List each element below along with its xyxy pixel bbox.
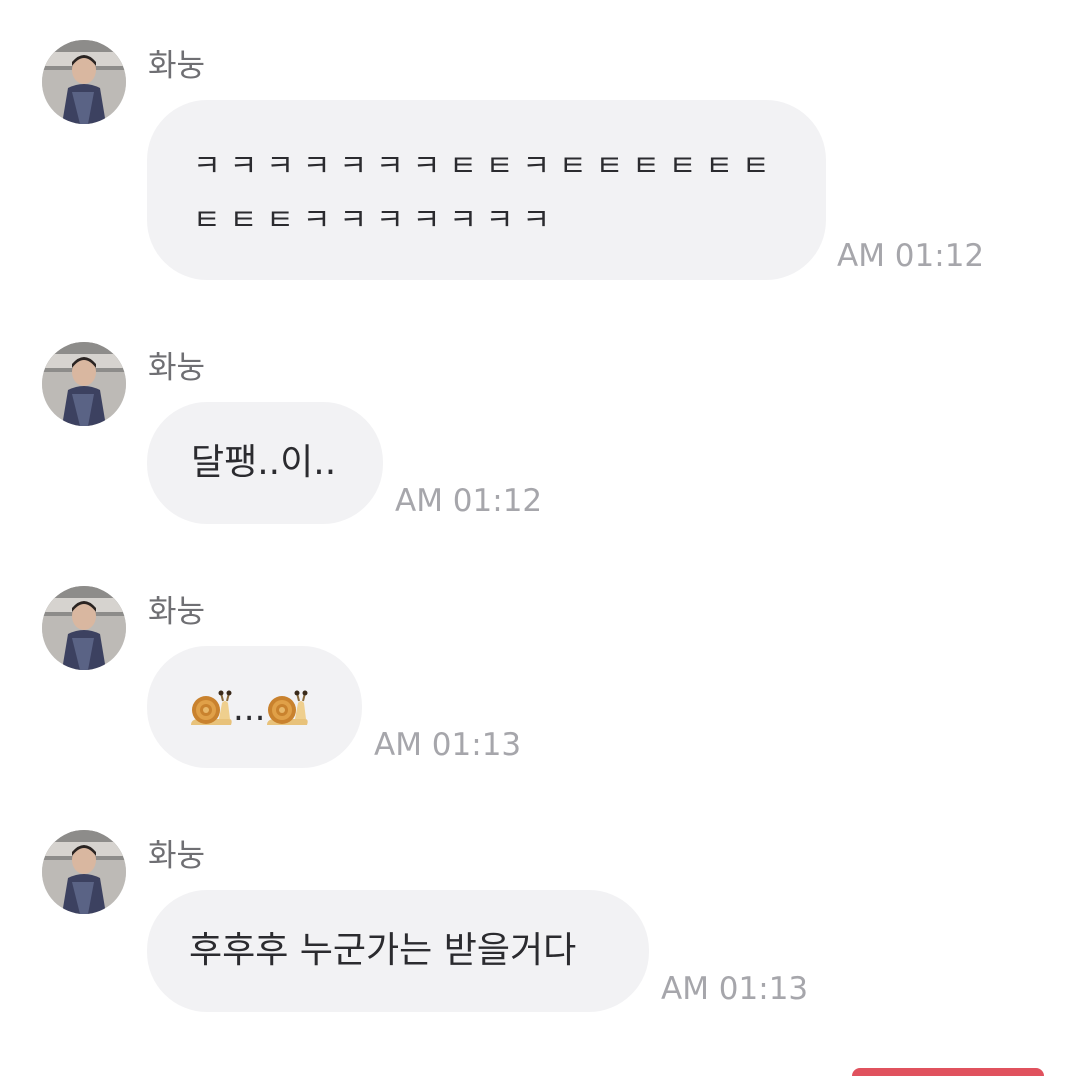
- avatar-photo: [42, 342, 126, 426]
- sender-name: 화눙: [148, 594, 206, 630]
- message-bubble[interactable]: 달팽..이..: [147, 402, 383, 524]
- avatar-photo: [42, 40, 126, 124]
- message-time: AM 01:12: [395, 483, 543, 519]
- snail-icon: [191, 690, 232, 725]
- message-text: ...: [233, 688, 266, 729]
- message-time: AM 01:13: [661, 971, 809, 1007]
- avatar-photo: [42, 586, 126, 670]
- sender-avatar[interactable]: [42, 342, 126, 426]
- sender-name: 화눙: [148, 350, 206, 386]
- message-time: AM 01:13: [374, 727, 522, 763]
- message-time: AM 01:12: [837, 238, 985, 274]
- sender-avatar[interactable]: [42, 830, 126, 914]
- message-text: 후후후 누군가는 받을거다: [189, 930, 577, 971]
- message-line: ㅋㅋㅋㅋㅋㅋㅋㅌㅌㅋㅌㅌㅌㅌㅌㅌ: [193, 149, 779, 184]
- snail-icon: [267, 690, 309, 725]
- sender-avatar[interactable]: [42, 586, 126, 670]
- avatar-photo: [42, 830, 126, 914]
- sender-name: 화눙: [148, 838, 206, 874]
- message-bubble[interactable]: ㅋㅋㅋㅋㅋㅋㅋㅌㅌㅋㅌㅌㅌㅌㅌㅌ ㅌㅌㅌㅋㅋㅋㅋㅋㅋㅋ: [147, 100, 826, 280]
- sender-name: 화눙: [148, 48, 206, 84]
- message-line: ㅌㅌㅌㅋㅋㅋㅋㅋㅋㅋ: [193, 203, 559, 238]
- message-bubble[interactable]: 후후후 누군가는 받을거다: [147, 890, 649, 1012]
- message-text: 달팽..이..: [191, 442, 337, 483]
- message-bubble[interactable]: ...: [147, 646, 362, 768]
- sender-avatar[interactable]: [42, 40, 126, 124]
